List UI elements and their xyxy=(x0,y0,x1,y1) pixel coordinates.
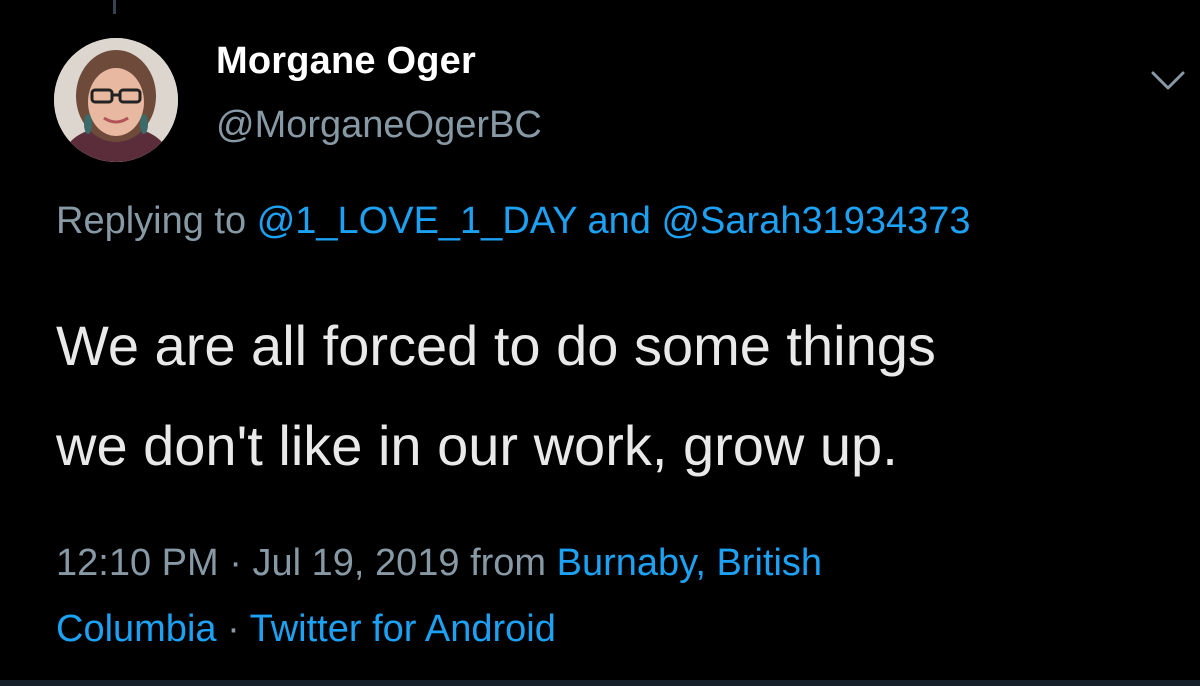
tweet-metadata: 12:10 PM · Jul 19, 2019 from Burnaby, Br… xyxy=(56,530,822,662)
bottom-divider xyxy=(0,680,1200,686)
location-link-continued[interactable]: Columbia xyxy=(56,608,217,650)
tweet-date: Jul 19, 2019 xyxy=(252,542,460,584)
replying-conjunction: and xyxy=(587,200,651,242)
avatar[interactable] xyxy=(54,38,178,162)
replying-to-label: Replying to xyxy=(56,200,247,242)
meta-line-2: Columbia · Twitter for Android xyxy=(56,596,822,662)
author-handle[interactable]: @MorganeOgerBC xyxy=(216,104,542,147)
meta-separator: · xyxy=(229,542,242,584)
thread-connector-line xyxy=(113,0,116,14)
replying-to-line: Replying to @1_LOVE_1_DAY and @Sarah3193… xyxy=(56,200,971,243)
from-label: from xyxy=(470,542,547,584)
tweet-text: We are all forced to do some things we d… xyxy=(56,296,1196,496)
author-display-name[interactable]: Morgane Oger xyxy=(216,40,476,83)
mention-link-2[interactable]: @Sarah31934373 xyxy=(661,200,970,242)
avatar-image xyxy=(54,38,178,162)
meta-line-1: 12:10 PM · Jul 19, 2019 from Burnaby, Br… xyxy=(56,530,822,596)
client-link[interactable]: Twitter for Android xyxy=(250,608,556,650)
meta-separator-2: · xyxy=(227,608,240,650)
mention-link-1[interactable]: @1_LOVE_1_DAY xyxy=(257,200,577,242)
tweet-text-line-1: We are all forced to do some things xyxy=(56,314,936,377)
location-link[interactable]: Burnaby, British xyxy=(557,542,822,584)
chevron-down-icon[interactable] xyxy=(1150,70,1186,92)
tweet-time: 12:10 PM xyxy=(56,542,219,584)
tweet-text-line-2: we don't like in our work, grow up. xyxy=(56,414,898,477)
